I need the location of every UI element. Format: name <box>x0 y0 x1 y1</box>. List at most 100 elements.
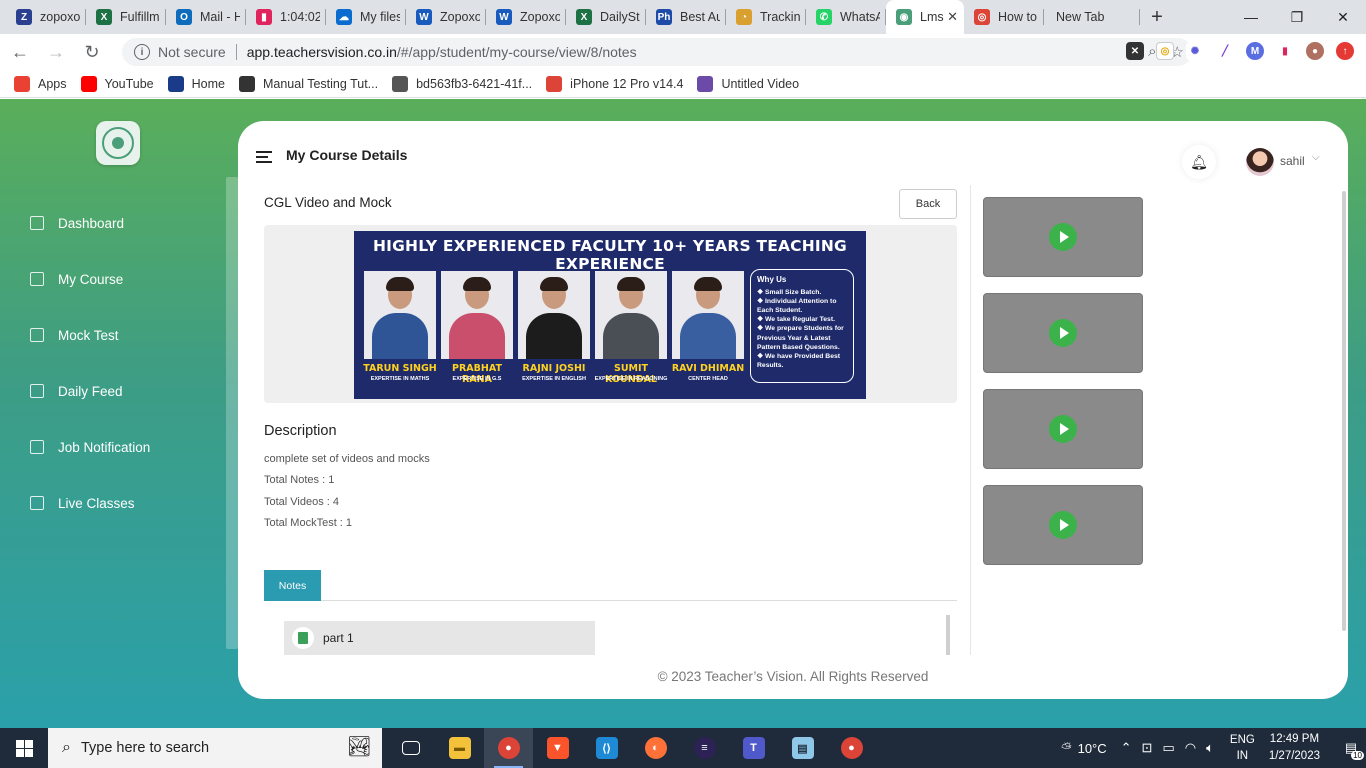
info-icon[interactable]: i <box>134 44 150 60</box>
note-label: part 1 <box>323 631 354 645</box>
chrome-secondary-icon[interactable]: ● <box>827 728 876 768</box>
play-icon[interactable] <box>1049 319 1077 347</box>
hamburger-menu-icon[interactable] <box>256 151 272 163</box>
browser-tab[interactable]: ☁ My files <box>326 0 406 34</box>
browser-tab-title: Tracking <box>760 10 800 24</box>
play-icon[interactable] <box>1049 511 1077 539</box>
browser-tab[interactable]: ◔ Tracking <box>726 0 806 34</box>
browser-tab-title: My files <box>360 10 400 24</box>
browser-tab[interactable]: X Fulfillme <box>86 0 166 34</box>
forward-arrow-icon[interactable]: → <box>40 36 72 68</box>
extension-gear-icon[interactable]: ✺ <box>1186 42 1204 60</box>
extension-compass-icon[interactable]: ◎ <box>1156 42 1174 60</box>
new-tab-button[interactable]: + <box>1140 0 1174 34</box>
tab-notes[interactable]: Notes <box>264 570 321 601</box>
notes-scrollbar[interactable] <box>946 615 950 655</box>
browser-tab-title: 1:04:02 <box>280 10 320 24</box>
browser-tab[interactable]: W Zopoxo <box>486 0 566 34</box>
extension-x-icon[interactable]: ✕ <box>1126 42 1144 60</box>
video-thumbnail[interactable] <box>983 389 1143 469</box>
windows-start-icon[interactable] <box>0 728 48 768</box>
browser-tab[interactable]: X DailySta <box>566 0 646 34</box>
back-button[interactable]: Back <box>899 189 957 219</box>
camera-tray-icon[interactable]: ⊡ <box>1142 740 1153 756</box>
bookmark-item[interactable]: bd563fb3-6421-41f... <box>392 75 532 92</box>
browser-tab[interactable]: ◎ How to <box>964 0 1044 34</box>
battery-icon[interactable]: ▭ <box>1162 740 1174 756</box>
card-scrollbar[interactable] <box>1342 191 1346 631</box>
close-tab-icon[interactable]: ✕ <box>947 9 958 25</box>
sidebar-item-label: Job Notification <box>58 439 151 455</box>
bookmark-item[interactable]: Manual Testing Tut... <box>238 75 378 92</box>
bookmark-item[interactable]: YouTube <box>80 75 154 92</box>
description-heading: Description <box>264 423 337 439</box>
brave-icon[interactable]: ▼ <box>533 728 582 768</box>
profile-avatar-icon[interactable]: ● <box>1306 42 1324 60</box>
chevron-down-icon[interactable]: ⌵ <box>1312 152 1320 163</box>
globe-icon <box>392 75 409 92</box>
reload-icon[interactable]: ↻ <box>76 36 108 68</box>
update-icon[interactable]: ↑ <box>1336 42 1354 60</box>
file-explorer-icon[interactable]: ▬ <box>435 728 484 768</box>
taskbar-search[interactable]: ⌕ Type here to search 🏞︎ <box>48 728 382 768</box>
minimize-button[interactable]: — <box>1228 0 1274 34</box>
chrome-taskbar-icon[interactable]: ● <box>484 728 533 768</box>
browser-tab[interactable]: Zzopoxo <box>6 0 86 34</box>
weather-temp: 10°C <box>1077 740 1107 756</box>
browser-tab[interactable]: W Zopoxo <box>406 0 486 34</box>
chevron-up-icon[interactable]: ⌃ <box>1121 740 1132 756</box>
window-controls: — ❐ ✕ <box>1228 0 1366 34</box>
extension-m-icon[interactable]: M <box>1246 42 1264 60</box>
user-name[interactable]: sahil <box>1280 154 1305 168</box>
browser-tab[interactable]: ▮ 1:04:02 <box>246 0 326 34</box>
browser-tab[interactable]: O Mail - H <box>166 0 246 34</box>
faculty-name: RAVI DHIMAN <box>671 363 745 374</box>
sidebar-item-live-classes[interactable]: Live Classes <box>30 475 220 531</box>
sidebar-item-daily-feed[interactable]: Daily Feed <box>30 363 220 419</box>
teams-icon[interactable]: T <box>729 728 778 768</box>
omnibox[interactable]: i Not secure app.teachersvision.co.in/#/… <box>122 38 1192 66</box>
back-arrow-icon[interactable]: ← <box>4 36 36 68</box>
play-icon[interactable] <box>1049 415 1077 443</box>
language-indicator[interactable]: ENG IN <box>1230 732 1255 764</box>
sidebar-item-mock-test[interactable]: Mock Test <box>30 307 220 363</box>
browser-tab-title: Best Au <box>680 10 720 24</box>
browser-tab[interactable]: ✆ WhatsA <box>806 0 886 34</box>
job-icon <box>30 440 44 454</box>
user-avatar[interactable] <box>1246 148 1274 176</box>
clock[interactable]: 12:49 PM 1/27/2023 <box>1269 731 1320 765</box>
browser-tab[interactable]: Ph Best Au <box>646 0 726 34</box>
bookmark-item[interactable]: iPhone 12 Pro v14.4 <box>546 75 683 92</box>
windows-taskbar: ⌕ Type here to search 🏞︎ ▬ ● ▼ ⟨⟩ ◐ ≡ T … <box>0 728 1366 768</box>
extension-recorder-icon[interactable]: ▮ <box>1276 42 1294 60</box>
note-item[interactable]: part 1 <box>284 621 595 655</box>
eclipse-icon[interactable]: ≡ <box>680 728 729 768</box>
video-thumbnail[interactable] <box>983 485 1143 565</box>
sidebar-item-my-course[interactable]: My Course <box>30 251 220 307</box>
browser-tab[interactable]: ◉ Lms ✕ <box>886 0 964 34</box>
volume-icon[interactable]: 🔈︎ <box>1206 740 1214 756</box>
notification-bell-icon[interactable]: 🔔︎ <box>1182 145 1216 179</box>
extension-pen-icon[interactable]: ╱ <box>1216 42 1234 60</box>
task-view-icon[interactable] <box>386 728 435 768</box>
firefox-icon[interactable]: ◐ <box>631 728 680 768</box>
play-icon[interactable] <box>1049 223 1077 251</box>
test-icon <box>30 328 44 342</box>
notification-center-icon[interactable]: ▤ 10 <box>1336 728 1366 768</box>
weather-widget[interactable]: ⛅︎ 10°C <box>1061 740 1106 756</box>
bookmark-item[interactable]: Apps <box>14 75 67 92</box>
sidebar-item-job-notification[interactable]: Job Notification <box>30 419 220 475</box>
wifi-icon[interactable]: ◠ <box>1185 740 1196 756</box>
close-window-button[interactable]: ✕ <box>1320 0 1366 34</box>
restore-button[interactable]: ❐ <box>1274 0 1320 34</box>
sidebar-item-dashboard[interactable]: Dashboard <box>30 195 220 251</box>
notes-app-icon[interactable]: ▤ <box>778 728 827 768</box>
vscode-icon[interactable]: ⟨⟩ <box>582 728 631 768</box>
bookmark-item[interactable]: Untitled Video <box>697 75 799 92</box>
search-icon: ⌕ <box>62 739 71 756</box>
browser-tab[interactable]: New Tab <box>1044 0 1140 34</box>
teachers-vision-logo[interactable] <box>96 121 140 165</box>
video-thumbnail[interactable] <box>983 293 1143 373</box>
video-thumbnail[interactable] <box>983 197 1143 277</box>
bookmark-item[interactable]: Home <box>167 75 225 92</box>
